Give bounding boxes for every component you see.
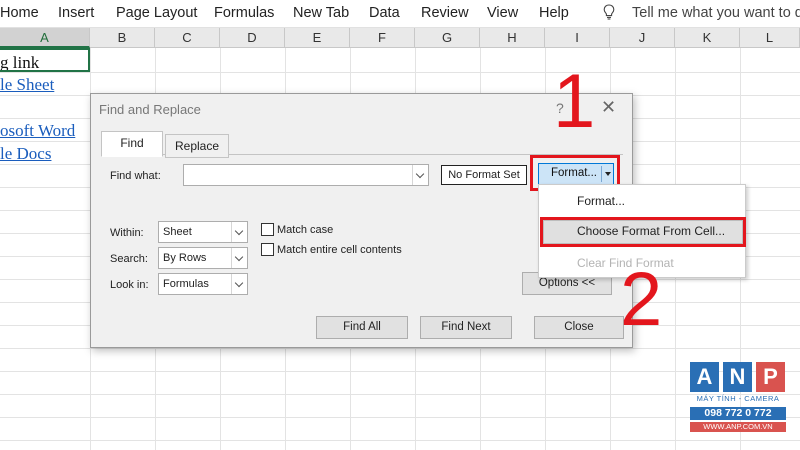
- match-case-label: Match case: [277, 224, 334, 236]
- column-header-i[interactable]: I: [545, 28, 610, 48]
- tab-insert[interactable]: Insert: [58, 5, 94, 21]
- match-entire-checkbox[interactable]: [261, 243, 274, 256]
- ribbon-tab-bar: Home Insert Page Layout Formulas New Tab…: [0, 0, 800, 28]
- look-in-value: Formulas: [163, 278, 209, 290]
- tab-formulas[interactable]: Formulas: [214, 5, 274, 21]
- column-header-b[interactable]: B: [90, 28, 155, 48]
- highlight-box-step2: [540, 217, 746, 247]
- chevron-down-icon[interactable]: [412, 165, 428, 185]
- logo-website: WWW.ANP.COM.VN: [690, 422, 786, 432]
- cell-a5-link[interactable]: osoft Word: [0, 121, 75, 141]
- column-header-j[interactable]: J: [610, 28, 675, 48]
- tell-me-search[interactable]: Tell me what you want to d: [632, 5, 800, 21]
- tab-review[interactable]: Review: [421, 5, 469, 21]
- column-header-k[interactable]: K: [675, 28, 740, 48]
- logo-letter-a: A: [690, 362, 719, 392]
- lightbulb-icon: [603, 4, 615, 20]
- match-case-checkbox[interactable]: [261, 223, 274, 236]
- find-what-input[interactable]: [183, 164, 429, 186]
- close-icon[interactable]: ✕: [601, 97, 616, 118]
- gridline: [0, 348, 800, 349]
- logo-letter-n: N: [723, 362, 752, 392]
- column-header-d[interactable]: D: [220, 28, 285, 48]
- gridline: [0, 394, 800, 395]
- tab-page-layout[interactable]: Page Layout: [116, 5, 197, 21]
- menu-item-format[interactable]: Format...: [577, 194, 625, 208]
- cell-a6-link[interactable]: le Docs: [0, 144, 51, 164]
- search-select[interactable]: By Rows: [158, 247, 248, 269]
- column-header-c[interactable]: C: [155, 28, 220, 48]
- match-entire-label: Match entire cell contents: [277, 244, 402, 256]
- find-all-button[interactable]: Find All: [316, 316, 408, 339]
- column-header-f[interactable]: F: [350, 28, 415, 48]
- logo-letter-p: P: [756, 362, 785, 392]
- tab-data[interactable]: Data: [369, 5, 400, 21]
- anp-logo: A N P MÁY TÍNH - CAMERA 098 772 0 772 WW…: [690, 362, 788, 442]
- dialog-title: Find and Replace: [99, 102, 201, 117]
- gridline: [0, 72, 800, 73]
- column-header-l[interactable]: L: [740, 28, 800, 48]
- search-value: By Rows: [163, 252, 207, 264]
- logo-phone: 098 772 0 772: [690, 407, 786, 420]
- tab-replace[interactable]: Replace: [165, 134, 229, 158]
- step-number-1: 1: [553, 59, 596, 144]
- within-label: Within:: [110, 227, 144, 239]
- format-preview: No Format Set: [441, 165, 527, 185]
- gridline: [0, 440, 800, 441]
- gridline: [0, 371, 800, 372]
- chevron-down-icon[interactable]: [231, 248, 247, 268]
- find-what-label: Find what:: [110, 170, 161, 182]
- look-in-select[interactable]: Formulas: [158, 273, 248, 295]
- gridline: [0, 417, 800, 418]
- logo-caption: MÁY TÍNH - CAMERA: [696, 394, 780, 403]
- column-header-h[interactable]: H: [480, 28, 545, 48]
- cell-a3-link[interactable]: le Sheet: [0, 75, 54, 95]
- within-value: Sheet: [163, 226, 192, 238]
- tab-help[interactable]: Help: [539, 5, 569, 21]
- column-header-a[interactable]: A: [0, 28, 90, 48]
- find-next-button[interactable]: Find Next: [420, 316, 512, 339]
- look-in-label: Look in:: [110, 279, 149, 291]
- active-cell-border: [0, 48, 90, 72]
- chevron-down-icon[interactable]: [231, 274, 247, 294]
- close-button[interactable]: Close: [534, 316, 624, 339]
- chevron-down-icon[interactable]: [231, 222, 247, 242]
- tab-view[interactable]: View: [487, 5, 518, 21]
- column-header-e[interactable]: E: [285, 28, 350, 48]
- tab-new-tab[interactable]: New Tab: [293, 5, 349, 21]
- within-select[interactable]: Sheet: [158, 221, 248, 243]
- step-number-2: 2: [620, 257, 663, 342]
- tab-home[interactable]: Home: [0, 5, 39, 21]
- column-header-g[interactable]: G: [415, 28, 480, 48]
- search-label: Search:: [110, 253, 148, 265]
- tab-find[interactable]: Find: [101, 131, 163, 157]
